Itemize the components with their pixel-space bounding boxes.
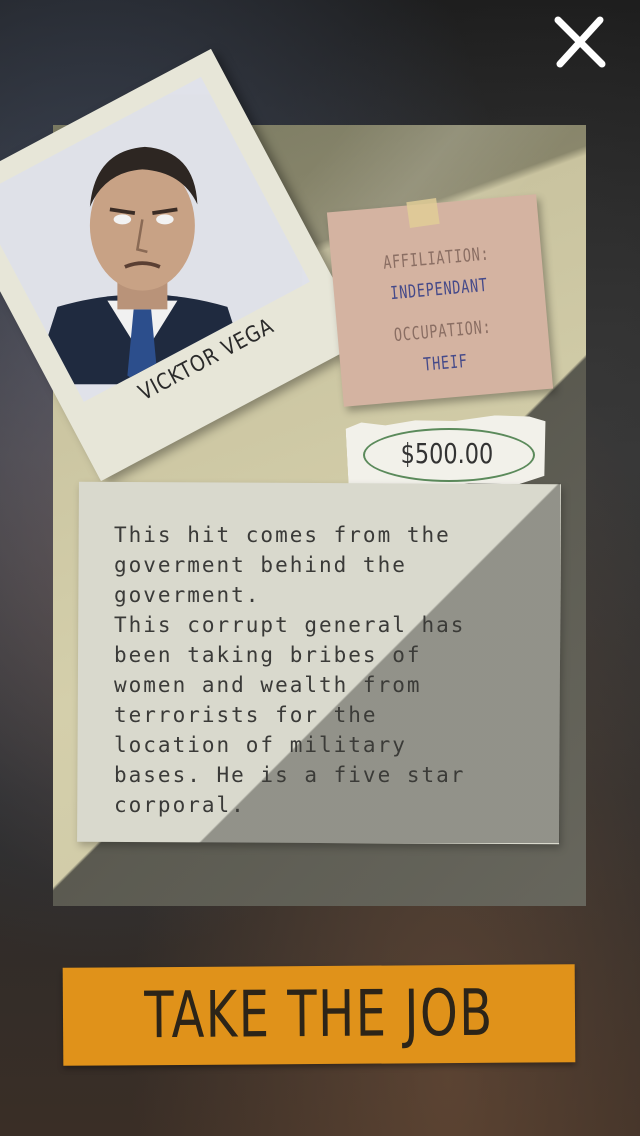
description-text: This hit comes from the goverment behind… (114, 523, 466, 817)
info-sticky-note: AFFILIATION: INDEPENDANT OCCUPATION: THE… (326, 194, 554, 407)
take-job-button[interactable]: TAKE THE JOB (62, 964, 576, 1066)
occupation-label: OCCUPATION: (393, 316, 493, 347)
take-job-label: TAKE THE JOB (144, 976, 494, 1054)
affiliation-value: INDEPENDANT (389, 274, 489, 305)
affiliation-label: AFFILIATION: (382, 243, 491, 274)
bounty-amount: $500.00 (400, 437, 494, 470)
close-icon[interactable] (550, 14, 610, 70)
occupation-value: THEIF (422, 350, 469, 376)
tape-strip (406, 198, 440, 228)
